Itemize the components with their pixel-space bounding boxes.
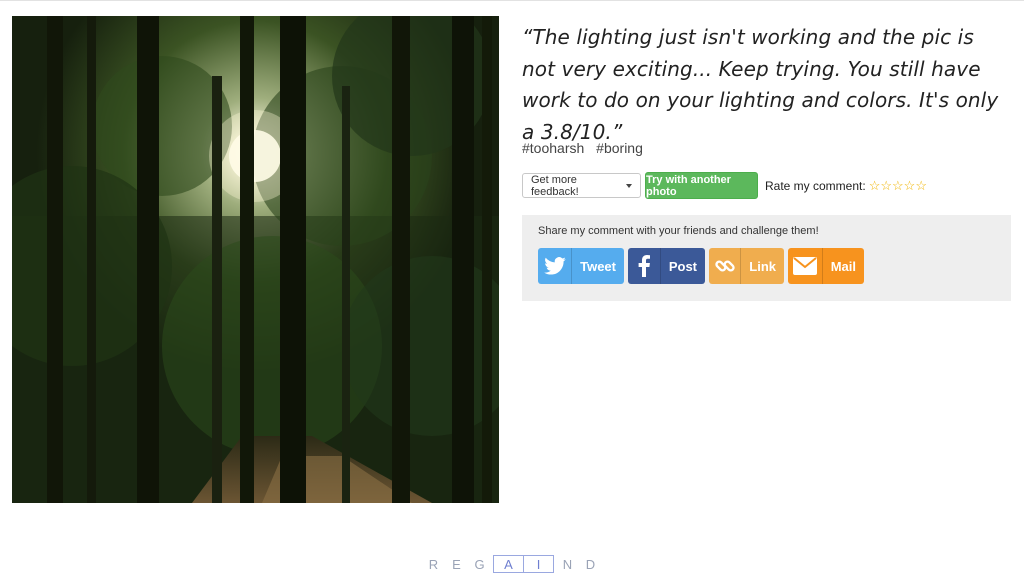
brand-letter: I <box>536 556 541 572</box>
share-panel: Share my comment with your friends and c… <box>522 215 1011 301</box>
brand-letter: N <box>562 556 573 572</box>
star-icon[interactable]: ☆ <box>915 179 927 192</box>
link-icon <box>709 248 740 284</box>
feedback-dropdown-label: Get more feedback! <box>531 173 579 198</box>
uploaded-photo <box>12 16 499 503</box>
star-icon[interactable]: ☆ <box>880 179 892 192</box>
brand-highlight: A I <box>493 555 554 573</box>
brand-letter: R <box>428 556 439 572</box>
rate-comment: Rate my comment: ☆ ☆ ☆ ☆ ☆ <box>765 179 927 193</box>
rate-label: Rate my comment: <box>765 178 866 193</box>
try-another-photo-button[interactable]: Try with another photo <box>645 172 758 199</box>
hashtags: #tooharsh #boring <box>522 140 651 156</box>
comment-actions: Get more feedback! Try with another phot… <box>522 172 927 199</box>
copy-link-button[interactable]: Link <box>709 248 784 284</box>
mail-button[interactable]: Mail <box>788 248 864 284</box>
brand-letter: G <box>474 556 485 572</box>
mail-label: Mail <box>821 248 864 284</box>
share-buttons: Tweet Post Link Mail <box>538 248 868 284</box>
mail-icon <box>788 248 822 284</box>
brand-letter: A <box>504 556 513 572</box>
star-rating: ☆ ☆ ☆ ☆ ☆ <box>869 179 927 192</box>
hashtag[interactable]: #boring <box>596 140 643 156</box>
facebook-post-button[interactable]: Post <box>628 248 705 284</box>
comment-quote: “The lighting just isn't working and the… <box>522 25 999 144</box>
brand-logo[interactable]: R E G A I N D <box>0 555 1024 573</box>
feedback-dropdown[interactable]: Get more feedback! <box>522 173 641 198</box>
forest-photo-icon <box>12 16 499 503</box>
brand-letter: E <box>452 556 461 572</box>
top-divider <box>0 0 1024 1</box>
star-icon[interactable]: ☆ <box>904 179 916 192</box>
twitter-icon <box>538 248 571 284</box>
tweet-button[interactable]: Tweet <box>538 248 624 284</box>
post-label: Post <box>659 248 705 284</box>
tweet-label: Tweet <box>571 248 624 284</box>
link-label: Link <box>740 248 784 284</box>
star-icon[interactable]: ☆ <box>892 179 904 192</box>
caret-down-icon <box>626 183 632 188</box>
hashtag[interactable]: #tooharsh <box>522 140 584 156</box>
star-icon[interactable]: ☆ <box>869 179 881 192</box>
share-title: Share my comment with your friends and c… <box>538 225 819 237</box>
brand-letter: D <box>585 556 596 572</box>
facebook-icon <box>628 248 660 284</box>
